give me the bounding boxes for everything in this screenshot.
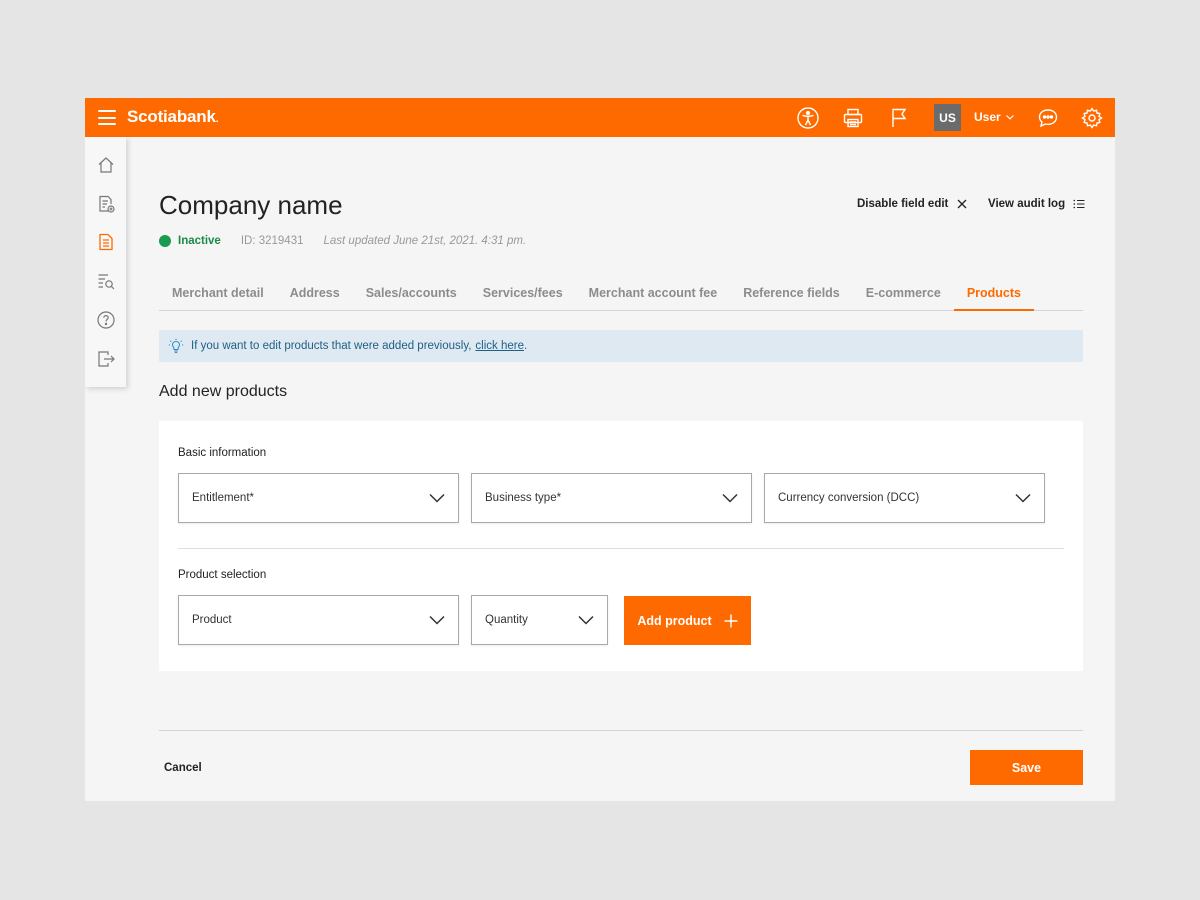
tab-reference-fields[interactable]: Reference fields: [730, 276, 853, 311]
tab-services-fees[interactable]: Services/fees: [470, 276, 576, 311]
chevron-down-icon: [429, 493, 445, 503]
list-icon: [1073, 199, 1085, 209]
product-selection-label: Product selection: [178, 569, 267, 581]
gear-icon[interactable]: [1080, 106, 1104, 130]
entitlement-select[interactable]: Entitlement*: [178, 473, 459, 523]
sidebar: [85, 137, 126, 387]
disable-field-edit-button[interactable]: Disable field edit: [857, 198, 968, 210]
flag-icon[interactable]: [887, 106, 911, 130]
chevron-down-icon: [429, 615, 445, 625]
tab-merchant-account-fee[interactable]: Merchant account fee: [576, 276, 731, 311]
click-here-link[interactable]: click here: [475, 340, 524, 352]
status-badge: Inactive: [178, 235, 221, 247]
currency-conversion-placeholder: Currency conversion (DCC): [778, 492, 920, 504]
entitlement-placeholder: Entitlement*: [192, 492, 255, 504]
tab-e-commerce[interactable]: E-commerce: [853, 276, 954, 311]
add-product-label: Add product: [637, 613, 712, 628]
chat-icon[interactable]: [1036, 106, 1060, 130]
merchant-id: ID: 3219431: [240, 235, 304, 247]
add-product-button[interactable]: Add product: [624, 596, 751, 645]
info-banner: If you want to edit products that were a…: [159, 330, 1083, 362]
cancel-button[interactable]: Cancel: [164, 762, 202, 774]
lightbulb-icon: [168, 338, 184, 353]
footer-divider: [159, 730, 1083, 731]
save-button[interactable]: Save: [970, 750, 1083, 785]
status-dot: [159, 235, 171, 247]
tab-bar: Merchant detail Address Sales/accounts S…: [159, 276, 1083, 311]
top-bar: Scotiabank. US User: [85, 98, 1115, 137]
section-title: Add new products: [159, 383, 288, 400]
last-updated: Last updated June 21st, 2021. 4:31 pm.: [323, 235, 527, 247]
info-banner-text: If you want to edit products that were a…: [191, 340, 472, 352]
user-menu[interactable]: User: [974, 110, 1015, 124]
document-add-icon[interactable]: [96, 194, 116, 214]
page-title: Company name: [159, 190, 343, 220]
user-label: User: [974, 110, 1001, 124]
product-placeholder: Product: [192, 614, 232, 626]
info-banner-suffix: .: [524, 340, 528, 352]
view-audit-log-label: View audit log: [988, 198, 1066, 210]
logout-icon[interactable]: [96, 349, 116, 369]
accessibility-icon[interactable]: [796, 106, 820, 130]
basic-information-label: Basic information: [178, 447, 267, 459]
tab-merchant-detail[interactable]: Merchant detail: [159, 276, 277, 311]
avatar[interactable]: US: [934, 104, 961, 131]
close-icon: [957, 199, 967, 209]
chevron-down-icon: [722, 493, 738, 503]
brand-name: Scotiabank: [127, 107, 216, 126]
quantity-select[interactable]: Quantity: [471, 595, 608, 645]
products-card: Basic information Entitlement* Business …: [159, 421, 1083, 671]
hamburger-icon[interactable]: [98, 110, 116, 125]
status-row: Inactive ID: 3219431 Last updated June 2…: [159, 235, 526, 247]
chevron-down-icon: [578, 615, 594, 625]
print-icon[interactable]: [841, 106, 865, 130]
plus-icon: [724, 614, 738, 627]
chevron-down-icon: [1015, 493, 1031, 503]
brand-mark: .: [215, 114, 219, 125]
quantity-placeholder: Quantity: [485, 614, 528, 626]
product-select[interactable]: Product: [178, 595, 459, 645]
tab-address[interactable]: Address: [277, 276, 353, 311]
business-type-placeholder: Business type*: [485, 492, 562, 504]
app-window: Scotiabank. US User Company name Disable…: [85, 98, 1115, 801]
help-icon[interactable]: [96, 310, 116, 330]
disable-field-edit-label: Disable field edit: [857, 198, 949, 210]
chevron-down-icon: [1005, 115, 1014, 120]
document-icon[interactable]: [96, 232, 116, 252]
home-icon[interactable]: [96, 155, 116, 175]
tab-sales-accounts[interactable]: Sales/accounts: [353, 276, 470, 311]
list-search-icon[interactable]: [96, 271, 116, 291]
tab-products[interactable]: Products: [953, 276, 1034, 311]
currency-conversion-select[interactable]: Currency conversion (DCC): [764, 473, 1045, 523]
business-type-select[interactable]: Business type*: [471, 473, 752, 523]
brand-logo[interactable]: Scotiabank.: [127, 107, 218, 127]
view-audit-log-button[interactable]: View audit log: [988, 198, 1085, 210]
divider: [178, 548, 1064, 549]
